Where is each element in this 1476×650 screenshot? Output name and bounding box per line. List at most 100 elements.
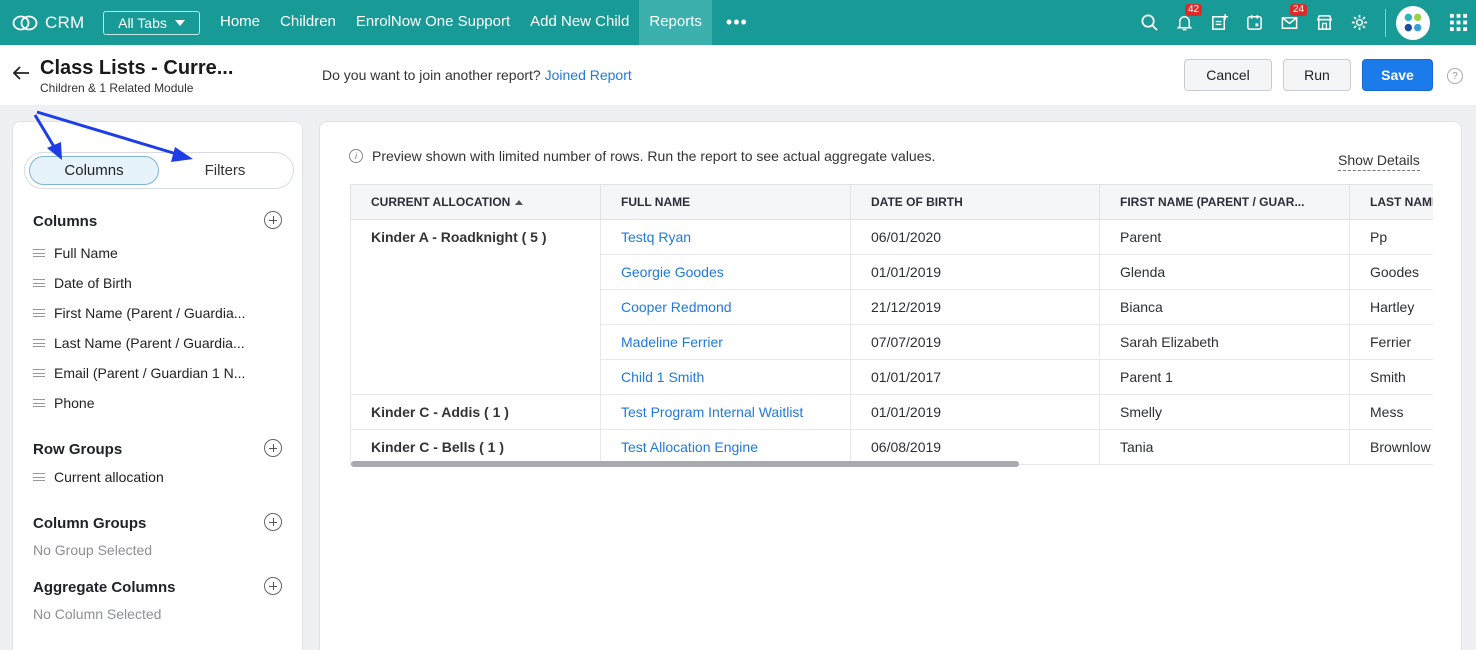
all-tabs-dropdown[interactable]: All Tabs (103, 10, 200, 35)
mail-button[interactable]: 24 (1272, 0, 1308, 45)
aggregate-columns-heading: Aggregate Columns (33, 579, 176, 596)
add-row-group-icon[interactable] (264, 439, 282, 457)
table-cell: 21/12/2019 (850, 289, 1100, 325)
preview-info-message: i Preview shown with limited number of r… (349, 148, 935, 164)
child-name-link[interactable]: Cooper Redmond (600, 289, 851, 325)
column-item-parent-email[interactable]: Email (Parent / Guardian 1 N... (33, 365, 245, 381)
marketplace-button[interactable] (1307, 0, 1342, 45)
table-cell: 06/01/2020 (850, 219, 1100, 255)
table-cell: Mess (1349, 394, 1433, 430)
table-cell: 06/08/2019 (850, 429, 1100, 465)
table-cell: 01/01/2019 (850, 394, 1100, 430)
nav-divider (1385, 8, 1386, 37)
table-row: Kinder C - Bells ( 1 ) Test Allocation E… (350, 429, 1433, 465)
cancel-button[interactable]: Cancel (1184, 59, 1272, 91)
mail-count-badge: 24 (1290, 4, 1308, 16)
chevron-down-icon (174, 19, 185, 26)
join-question-text: Do you want to join another report? (322, 67, 541, 83)
nav-link-reports[interactable]: Reports (639, 0, 712, 45)
column-header-last-name[interactable]: LAST NAME (1349, 184, 1433, 220)
preview-table-container[interactable]: CURRENT ALLOCATION FULL NAME DATE OF BIR… (350, 184, 1433, 467)
column-header-full-name[interactable]: FULL NAME (600, 184, 851, 220)
tab-columns[interactable]: Columns (29, 156, 159, 185)
gear-icon (1351, 14, 1368, 31)
add-column-icon[interactable] (264, 211, 282, 229)
columns-heading: Columns (33, 213, 98, 230)
add-column-group-icon[interactable] (264, 513, 282, 531)
apps-menu-button[interactable] (1440, 0, 1476, 45)
save-button[interactable]: Save (1362, 59, 1433, 91)
info-icon: i (349, 149, 363, 163)
column-item-parent-last-name[interactable]: Last Name (Parent / Guardia... (33, 335, 245, 351)
table-cell: Parent 1 (1099, 359, 1350, 395)
avatar[interactable] (1396, 5, 1430, 40)
search-button[interactable] (1132, 0, 1167, 45)
table-cell: Smelly (1099, 394, 1350, 430)
table-header-row: CURRENT ALLOCATION FULL NAME DATE OF BIR… (350, 184, 1433, 220)
notification-count-badge: 42 (1185, 4, 1203, 16)
tab-filters[interactable]: Filters (160, 156, 290, 185)
column-item-label: Full Name (54, 245, 118, 261)
child-name-link[interactable]: Child 1 Smith (600, 359, 851, 395)
brand-name: CRM (45, 12, 85, 32)
column-header-parent-first-name[interactable]: FIRST NAME (PARENT / GUAR... (1099, 184, 1350, 220)
child-name-link[interactable]: Madeline Ferrier (600, 324, 851, 360)
table-cell: 07/07/2019 (850, 324, 1100, 360)
table-cell: Brownlow (1349, 429, 1433, 465)
child-name-link[interactable]: Test Program Internal Waitlist (600, 394, 851, 430)
nav-link-add-new-child[interactable]: Add New Child (520, 0, 639, 45)
row-groups-heading: Row Groups (33, 441, 123, 458)
column-item-full-name[interactable]: Full Name (33, 245, 118, 261)
child-name-link[interactable]: Testq Ryan (600, 219, 851, 255)
report-config-panel: Columns Filters Columns Full Name Date o… (12, 121, 303, 650)
drag-handle-icon[interactable] (33, 279, 45, 287)
table-cell: Parent (1099, 219, 1350, 255)
group-cell: Kinder C - Bells ( 1 ) (350, 429, 601, 465)
run-button[interactable]: Run (1283, 59, 1351, 91)
show-details-link[interactable]: Show Details (1338, 152, 1420, 171)
child-name-link[interactable]: Georgie Goodes (600, 254, 851, 290)
group-cell: Kinder A - Roadknight ( 5 ) (350, 219, 601, 395)
row-group-item-current-allocation[interactable]: Current allocation (33, 469, 164, 485)
table-row: Kinder C - Addis ( 1 ) Test Program Inte… (350, 394, 1433, 430)
crm-logo[interactable]: CRM (0, 13, 100, 33)
notifications-button[interactable]: 42 (1167, 0, 1203, 45)
back-arrow-icon[interactable] (11, 63, 31, 83)
table-cell: Pp (1349, 219, 1433, 255)
column-item-phone[interactable]: Phone (33, 395, 94, 411)
join-report-prompt: Do you want to join another report? Join… (322, 67, 632, 83)
column-header-current-allocation[interactable]: CURRENT ALLOCATION (350, 184, 601, 220)
column-item-date-of-birth[interactable]: Date of Birth (33, 275, 132, 291)
drag-handle-icon[interactable] (33, 399, 45, 407)
nav-link-enrolnow-support[interactable]: EnrolNow One Support (346, 0, 520, 45)
aggregate-columns-empty-text: No Column Selected (33, 606, 162, 622)
column-header-date-of-birth[interactable]: DATE OF BIRTH (850, 184, 1100, 220)
column-groups-empty-text: No Group Selected (33, 542, 153, 558)
report-subtitle: Children & 1 Related Module (40, 81, 194, 95)
drag-handle-icon[interactable] (33, 473, 45, 481)
report-title: Class Lists - Curre... (40, 57, 234, 79)
drag-handle-icon[interactable] (33, 369, 45, 377)
column-item-label: First Name (Parent / Guardia... (54, 305, 246, 321)
add-aggregate-column-icon[interactable] (264, 577, 282, 595)
child-name-link[interactable]: Test Allocation Engine (600, 429, 851, 465)
calendar-button[interactable] (1237, 0, 1272, 45)
joined-report-link[interactable]: Joined Report (545, 67, 632, 83)
more-tabs-button[interactable]: ••• (712, 1, 762, 44)
table-cell: Ferrier (1349, 324, 1433, 360)
column-item-parent-first-name[interactable]: First Name (Parent / Guardia... (33, 305, 245, 321)
preview-table: CURRENT ALLOCATION FULL NAME DATE OF BIR… (350, 184, 1433, 465)
quick-create-button[interactable] (1202, 0, 1237, 45)
sort-ascending-icon[interactable] (515, 200, 524, 206)
drag-handle-icon[interactable] (33, 249, 45, 257)
nav-link-home[interactable]: Home (210, 0, 270, 45)
drag-handle-icon[interactable] (33, 339, 45, 347)
help-icon[interactable]: ? (1447, 68, 1463, 84)
table-cell: Tania (1099, 429, 1350, 465)
preview-info-text: Preview shown with limited number of row… (372, 148, 936, 164)
search-icon (1141, 14, 1158, 31)
nav-link-children[interactable]: Children (270, 0, 346, 45)
settings-button[interactable] (1342, 0, 1377, 45)
drag-handle-icon[interactable] (33, 309, 45, 317)
horizontal-scrollbar[interactable] (351, 461, 1019, 467)
